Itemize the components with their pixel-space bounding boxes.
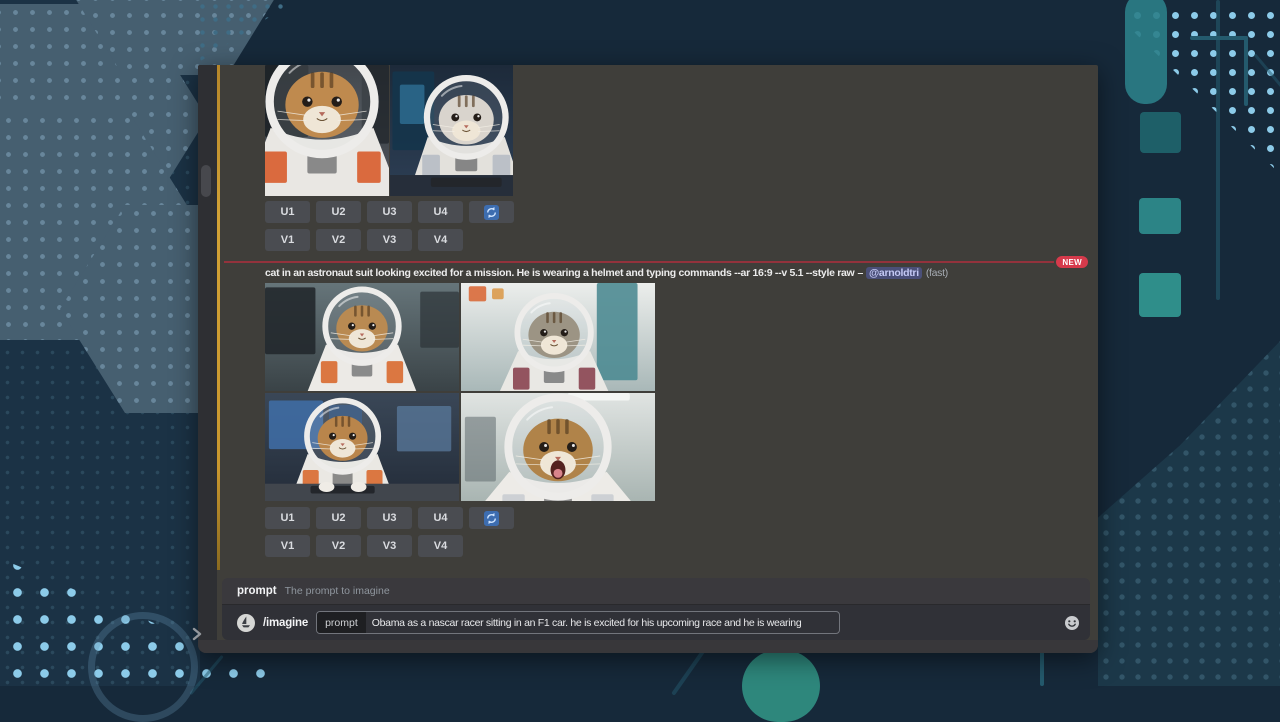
v3-button[interactable]: V3 [367, 229, 412, 251]
teal-blob-decoration [742, 650, 820, 722]
discord-window: U1 U2 U3 U4 V1 V2 V3 V4 NEW cat in an as… [198, 65, 1098, 653]
teal-square-3 [1139, 273, 1181, 317]
teal-square-2 [1139, 198, 1181, 234]
image-grid-new [265, 283, 655, 501]
message-input-row: /imagine prompt Obama as a nascar racer … [222, 605, 1090, 640]
chevron-right-icon [192, 627, 202, 641]
midjourney-bot-avatar [237, 614, 255, 632]
message-prompt-text: cat in an astronaut suit looking excited… [265, 267, 948, 282]
u2-button[interactable]: U2 [316, 507, 361, 529]
slash-command-autocomplete-option[interactable]: prompt The prompt to imagine [222, 578, 1090, 605]
emoji-picker-icon[interactable] [1064, 615, 1080, 631]
v4-button[interactable]: V4 [418, 535, 463, 557]
u1-button[interactable]: U1 [265, 201, 310, 223]
image-grid-previous [265, 65, 513, 196]
prompt-input-field[interactable]: prompt Obama as a nascar racer sitting i… [316, 611, 840, 634]
u3-button[interactable]: U3 [367, 507, 412, 529]
v4-button[interactable]: V4 [418, 229, 463, 251]
v1-button[interactable]: V1 [265, 535, 310, 557]
window-bottom-strip [198, 640, 1098, 653]
variation-button-row-previous: V1 V2 V3 V4 [265, 229, 463, 251]
upscale-button-row-new: U1 U2 U3 U4 [265, 507, 514, 529]
v3-button[interactable]: V3 [367, 535, 412, 557]
teal-pill-decoration [1125, 0, 1167, 104]
autocomplete-option-description: The prompt to imagine [285, 585, 390, 597]
v2-button[interactable]: V2 [316, 229, 361, 251]
prompt-bold-text: cat in an astronaut suit looking excited… [265, 267, 854, 279]
speed-label: (fast) [926, 267, 948, 279]
u2-button[interactable]: U2 [316, 201, 361, 223]
divider-line [224, 261, 1054, 263]
generated-image-3[interactable] [265, 393, 459, 501]
imagine-command-label: /imagine [263, 617, 308, 629]
prompt-field-label: prompt [317, 612, 366, 633]
reroll-icon [484, 205, 499, 220]
generated-image-2[interactable] [461, 283, 655, 391]
magnifier-ring-decoration [88, 612, 198, 722]
reroll-button[interactable] [469, 201, 514, 223]
circuit-line [1216, 0, 1220, 300]
generated-image-4[interactable] [461, 393, 655, 501]
new-badge: NEW [1056, 256, 1088, 268]
generated-image-1[interactable] [265, 283, 459, 391]
u3-button[interactable]: U3 [367, 201, 412, 223]
v1-button[interactable]: V1 [265, 229, 310, 251]
accent-line [217, 65, 220, 570]
reroll-button[interactable] [469, 507, 514, 529]
separator-dash: – [857, 267, 863, 279]
generated-image-previous-1[interactable] [265, 65, 389, 196]
smiley-icon [1064, 615, 1080, 631]
user-mention[interactable]: @arnoldtri [866, 267, 922, 279]
composer: prompt The prompt to imagine /imagine pr… [222, 578, 1090, 640]
prompt-field-value: Obama as a nascar racer sitting in an F1… [366, 617, 808, 629]
dot-staircase-top-left [196, 0, 296, 64]
sailboat-icon [240, 616, 252, 629]
generated-image-previous-2[interactable] [390, 65, 513, 196]
reroll-icon [484, 511, 499, 526]
u4-button[interactable]: U4 [418, 201, 463, 223]
circuit-line [1244, 36, 1248, 106]
u4-button[interactable]: U4 [418, 507, 463, 529]
v2-button[interactable]: V2 [316, 535, 361, 557]
scrollbar-thumb[interactable] [201, 165, 211, 197]
dotted-texture-right [1098, 285, 1280, 686]
teal-square-1 [1140, 112, 1181, 153]
window-left-strip [198, 65, 217, 653]
variation-button-row-new: V1 V2 V3 V4 [265, 535, 463, 557]
expand-chevron[interactable] [192, 627, 202, 646]
autocomplete-option-name: prompt [237, 585, 277, 597]
u1-button[interactable]: U1 [265, 507, 310, 529]
upscale-button-row-previous: U1 U2 U3 U4 [265, 201, 514, 223]
